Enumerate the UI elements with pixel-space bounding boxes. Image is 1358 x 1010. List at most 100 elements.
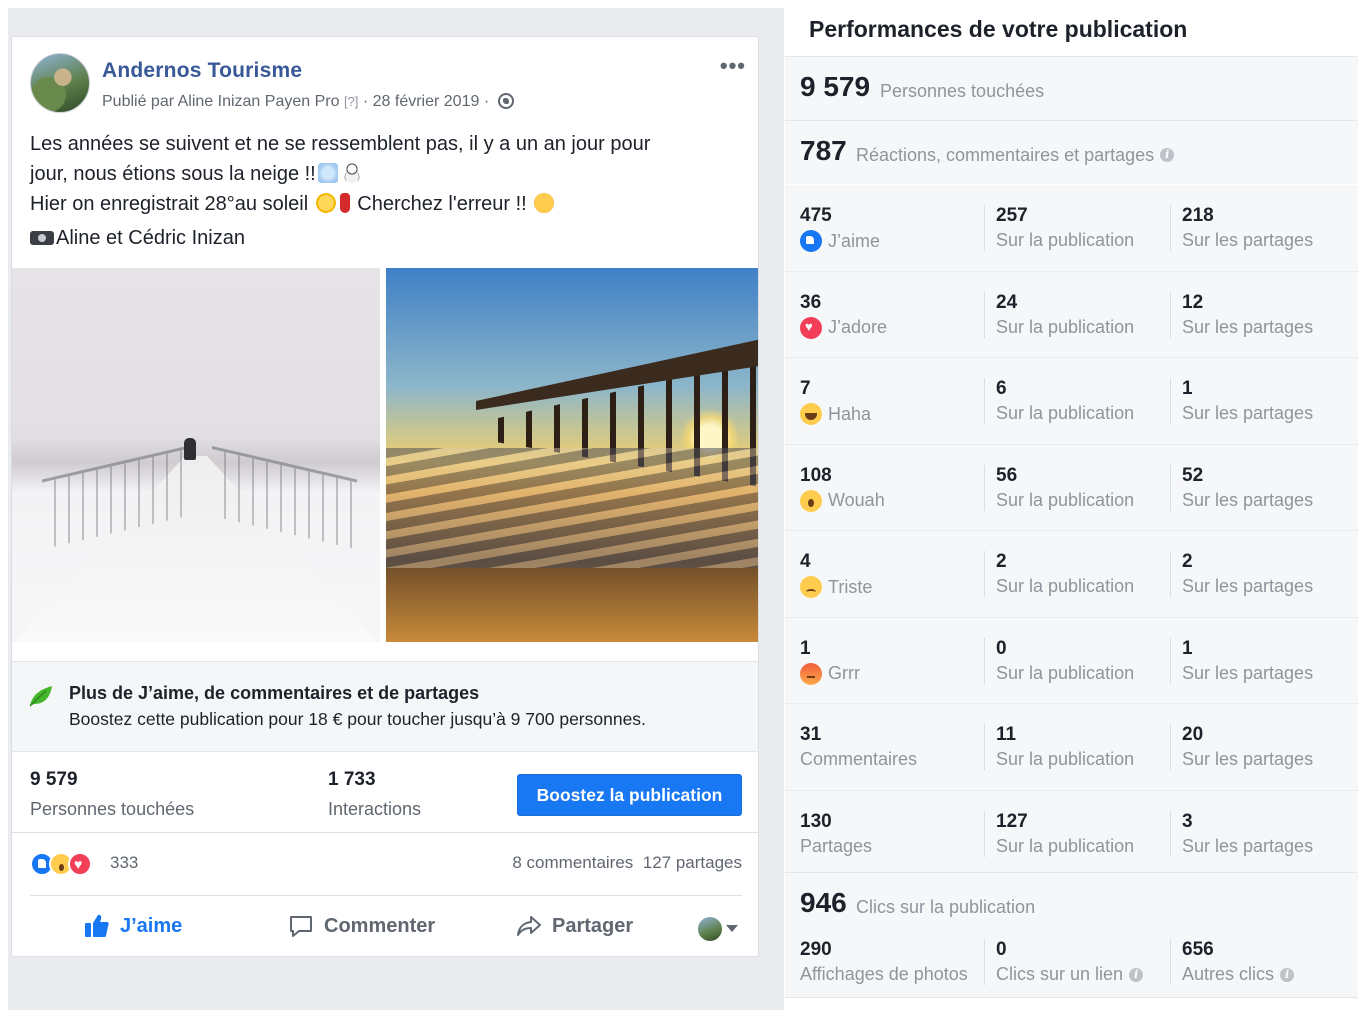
- divider: [1170, 551, 1171, 597]
- divider: [984, 939, 985, 985]
- breakdown-row: 7 Haha 6 Sur la publication 1 Sur les parta…: [785, 358, 1358, 445]
- reach-stat: 9 579 Personnes touchées: [30, 769, 195, 819]
- reaction-icons[interactable]: [30, 852, 108, 876]
- share-button[interactable]: Partager: [516, 913, 633, 939]
- page-name-link[interactable]: Andernos Tourisme: [102, 59, 302, 83]
- chevron-down-icon: [726, 925, 738, 932]
- interactions-stat: 1 733 Interactions: [328, 769, 422, 819]
- shares-count-link[interactable]: 127 partages: [643, 853, 742, 872]
- boost-promo: Plus de J’aime, de commentaires et de pa…: [12, 661, 758, 752]
- reach-number: 9 579: [800, 71, 871, 102]
- divider: [1170, 939, 1171, 985]
- camera-icon: [30, 231, 54, 245]
- help-marker[interactable]: [?]: [344, 94, 358, 109]
- breakdown-row: 4 Triste 2 Sur la publication 2 Sur les par…: [785, 531, 1358, 618]
- reaction-breakdown: 475 J’aime 257 Sur la publication 218 Sur l…: [785, 185, 1358, 877]
- breakdown-row: 130 Partages 127 Sur la publication 3 Sur l…: [785, 790, 1358, 877]
- person-figure: [184, 438, 196, 460]
- info-icon[interactable]: i: [1160, 148, 1175, 162]
- reaction-count[interactable]: 333: [110, 853, 138, 873]
- photo-views-stat: 290 Affichages de photos: [800, 939, 968, 984]
- divider: [984, 464, 985, 511]
- reach-section: 9 579 Personnes touchées: [785, 56, 1358, 120]
- divider: [1170, 291, 1171, 338]
- post-actions: J’aime Commenter Partager: [30, 897, 742, 955]
- divider: [1170, 810, 1171, 857]
- info-icon[interactable]: i: [1129, 967, 1144, 982]
- divider: [1170, 637, 1171, 684]
- post-text-line: Hier on enregistrait 28°au soleil Cherch…: [30, 189, 730, 219]
- audience-selector[interactable]: [694, 915, 742, 941]
- other-clicks-stat: 656 Autres clics i: [1182, 939, 1295, 985]
- panel-title: Performances de votre publication: [809, 16, 1188, 42]
- breakdown-row: 108 Wouah 56 Sur la publication 52 Sur les …: [785, 444, 1358, 531]
- breakdown-row: 31 Commentaires 11 Sur la publication 20 Su…: [785, 704, 1358, 791]
- snowman-icon: [341, 163, 362, 183]
- snowflake-icon: [317, 163, 338, 183]
- mini-avatar-icon: [698, 917, 722, 941]
- clicks-label: Clics sur la publication: [856, 897, 1036, 917]
- divider: [1170, 724, 1171, 770]
- clicks-number: 946: [800, 887, 847, 918]
- tidal-flat: [386, 448, 758, 568]
- comment-icon: [290, 916, 312, 937]
- love-reaction-icon: [800, 316, 822, 339]
- comment-button[interactable]: Commenter: [288, 913, 435, 939]
- post-photos: [12, 268, 758, 642]
- sad-reaction-icon: [800, 576, 822, 598]
- post-text-line: Les années se suivent et ne se ressemble…: [30, 133, 651, 155]
- promo-subtitle: Boostez cette publication pour 18 € pour…: [69, 709, 646, 729]
- post-meta: Publié par Aline Inizan Payen Pro [?] · …: [102, 93, 514, 111]
- divider: [984, 551, 985, 597]
- love-reaction-icon: [68, 852, 92, 876]
- share-arrow-icon: [517, 916, 541, 936]
- like-reaction-icon: [800, 230, 822, 252]
- divider: [984, 810, 985, 857]
- divider: [984, 637, 985, 684]
- photo-snowy-pier[interactable]: [12, 268, 383, 642]
- post-header: Andernos Tourisme Publié par Aline Iniza…: [30, 53, 748, 117]
- leaf-icon: [29, 686, 52, 707]
- wink-emoji-icon: [534, 193, 555, 213]
- post-text-line: jour, nous étions sous la neige !!: [30, 159, 730, 189]
- comments-count-link[interactable]: 8 commentaires: [512, 853, 633, 872]
- post-credit: Aline et Cédric Inizan: [30, 223, 730, 253]
- divider: [984, 378, 985, 424]
- divider: [984, 724, 985, 770]
- post-text: Les années se suivent et ne se ressemble…: [30, 129, 730, 253]
- engagement-number: 787: [800, 135, 847, 166]
- post-date[interactable]: · 28 février 2019 ·: [363, 93, 489, 110]
- engagement-label: Réactions, commentaires et partages i: [856, 145, 1175, 166]
- globe-icon[interactable]: [497, 93, 514, 109]
- angry-reaction-icon: [800, 662, 822, 685]
- published-by[interactable]: Publié par Aline Inizan Payen Pro: [102, 93, 339, 110]
- performance-panel: Performances de votre publication 9 579 …: [785, 0, 1358, 1010]
- thumbs-up-icon: [85, 914, 109, 937]
- engagement-section: 787 Réactions, commentaires et partages i: [785, 120, 1358, 184]
- promo-title: Plus de J’aime, de commentaires et de pa…: [69, 683, 480, 703]
- thermometer-icon: [339, 193, 350, 213]
- post-card: Andernos Tourisme Publié par Aline Iniza…: [11, 36, 759, 957]
- breakdown-row: 36J’adore 24Sur la publication 12Sur les…: [785, 271, 1358, 358]
- post-stats: 9 579 Personnes touchées 1 733 Interacti…: [12, 753, 758, 833]
- reach-label: Personnes touchées: [880, 81, 1045, 101]
- info-icon[interactable]: i: [1280, 967, 1295, 982]
- photo-sunset-pier[interactable]: [386, 268, 758, 642]
- wow-reaction-icon: [800, 489, 822, 512]
- page-avatar[interactable]: [30, 53, 90, 113]
- link-clicks-stat: 0 Clics sur un lien i: [996, 939, 1144, 985]
- haha-reaction-icon: [800, 403, 822, 425]
- like-button[interactable]: J’aime: [84, 913, 182, 939]
- sun-icon: [315, 193, 336, 213]
- divider: [1170, 205, 1171, 251]
- divider: [984, 291, 985, 338]
- boost-post-button[interactable]: Boostez la publication: [517, 774, 742, 816]
- clicks-section: 946 Clics sur la publication 290 Affichag…: [785, 872, 1358, 998]
- divider: [1170, 464, 1171, 511]
- comment-share-counts: 8 commentaires 127 partages: [512, 853, 742, 873]
- more-options-icon[interactable]: •••: [720, 55, 746, 77]
- breakdown-row: 1 Grrr 0 Sur la publication 1 Sur les parta…: [785, 617, 1358, 704]
- reactions-summary: 333 8 commentaires 127 partages: [30, 834, 742, 896]
- breakdown-row: 475 J’aime 257 Sur la publication 218 Sur l…: [785, 185, 1358, 272]
- divider: [1170, 378, 1171, 424]
